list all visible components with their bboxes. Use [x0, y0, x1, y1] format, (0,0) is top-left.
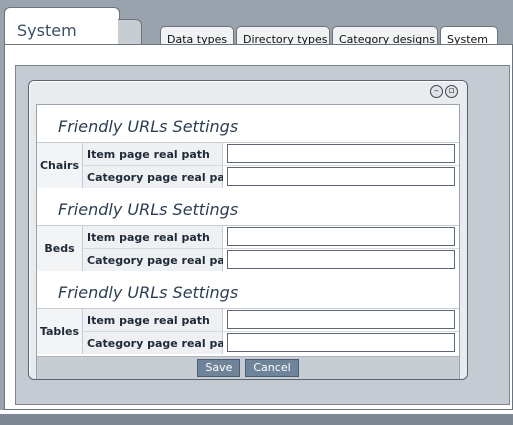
- group-label: Tables: [37, 309, 83, 354]
- save-button[interactable]: Save: [197, 359, 241, 377]
- field-row: Item page real path: [83, 309, 459, 331]
- group-label: Chairs: [37, 143, 83, 188]
- settings-grid: Chairs Item page real path Category page…: [37, 142, 459, 188]
- section-title: Friendly URLs Settings: [58, 200, 239, 219]
- main-tab-label: System: [17, 21, 77, 40]
- item-page-path-input-chairs[interactable]: [227, 144, 455, 163]
- friendly-urls-dialog: – ▫ Friendly URLs Settings Chairs Item p…: [28, 80, 468, 380]
- field-row: Item page real path: [83, 143, 459, 165]
- settings-grid: Tables Item page real path Category page…: [37, 308, 459, 354]
- field-label: Category page real path: [83, 332, 238, 354]
- cancel-button[interactable]: Cancel: [245, 359, 299, 377]
- section-beds: Friendly URLs Settings Beds Item page re…: [37, 188, 459, 271]
- group-label: Beds: [37, 226, 83, 271]
- section-title: Friendly URLs Settings: [58, 117, 239, 136]
- field-label: Item page real path: [83, 143, 223, 165]
- main-tab-flap: [118, 19, 142, 44]
- bottom-strip: [0, 414, 513, 425]
- main-tab-system[interactable]: System: [4, 7, 120, 44]
- minimize-icon[interactable]: –: [430, 85, 443, 98]
- category-page-path-input-beds[interactable]: [227, 250, 455, 269]
- category-page-path-input-tables[interactable]: [227, 333, 455, 352]
- field-label: Item page real path: [83, 226, 223, 248]
- restore-icon[interactable]: ▫: [445, 85, 458, 98]
- section-chairs: Friendly URLs Settings Chairs Item page …: [37, 105, 459, 188]
- field-row: Category page real path: [83, 248, 459, 271]
- field-label: Category page real path: [83, 166, 238, 188]
- dialog-header: – ▫: [29, 81, 467, 103]
- item-page-path-input-beds[interactable]: [227, 227, 455, 246]
- settings-grid: Beds Item page real path Category page r…: [37, 225, 459, 271]
- category-page-path-input-chairs[interactable]: [227, 167, 455, 186]
- field-row: Category page real path: [83, 331, 459, 354]
- field-label: Category page real path: [83, 249, 238, 271]
- field-label: Item page real path: [83, 309, 223, 331]
- field-row: Category page real path: [83, 165, 459, 188]
- dialog-footer: Save Cancel: [37, 356, 459, 379]
- screen: System Data types Directory types Catego…: [0, 0, 513, 425]
- section-title: Friendly URLs Settings: [58, 283, 239, 302]
- field-row: Item page real path: [83, 226, 459, 248]
- dialog-body: Friendly URLs Settings Chairs Item page …: [36, 104, 460, 379]
- section-tables: Friendly URLs Settings Tables Item page …: [37, 271, 459, 354]
- item-page-path-input-tables[interactable]: [227, 310, 455, 329]
